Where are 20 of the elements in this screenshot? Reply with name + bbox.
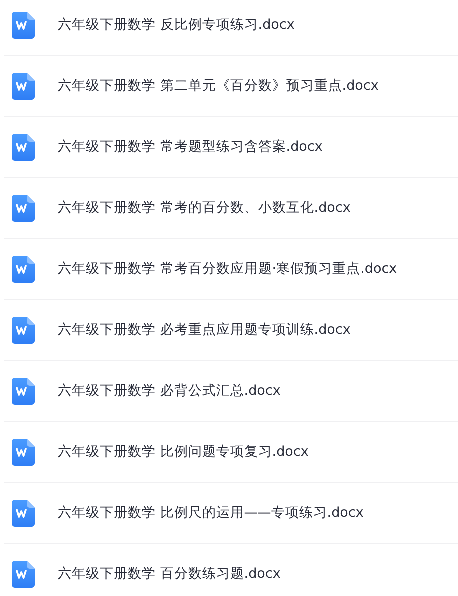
- file-name[interactable]: 六年级下册数学 必背公式汇总.docx: [58, 382, 281, 400]
- file-name[interactable]: 六年级下册数学 百分数练习题.docx: [58, 565, 281, 583]
- file-name[interactable]: 六年级下册数学 比例尺的运用——专项练习.docx: [58, 504, 364, 522]
- document-icon: [12, 316, 35, 344]
- file-name[interactable]: 六年级下册数学 比例问题专项复习.docx: [58, 443, 309, 461]
- document-icon: [12, 500, 35, 526]
- document-icon: [12, 12, 35, 38]
- file-name[interactable]: 六年级下册数学 常考题型练习含答案.docx: [58, 138, 323, 156]
- document-icon: [12, 256, 35, 282]
- document-icon: [12, 438, 35, 466]
- document-icon: [12, 72, 35, 100]
- document-icon: [12, 560, 35, 588]
- file-name[interactable]: 六年级下册数学 第二单元《百分数》预习重点.docx: [58, 77, 379, 95]
- file-name[interactable]: 六年级下册数学 必考重点应用题专项训练.docx: [58, 321, 351, 339]
- document-icon: [12, 378, 35, 404]
- file-name[interactable]: 六年级下册数学 常考百分数应用题·寒假预习重点.docx: [58, 260, 398, 278]
- document-icon: [12, 134, 35, 160]
- document-icon: [12, 194, 35, 222]
- file-name[interactable]: 六年级下册数学 反比例专项练习.docx: [58, 16, 295, 34]
- file-name[interactable]: 六年级下册数学 常考的百分数、小数互化.docx: [58, 199, 351, 217]
